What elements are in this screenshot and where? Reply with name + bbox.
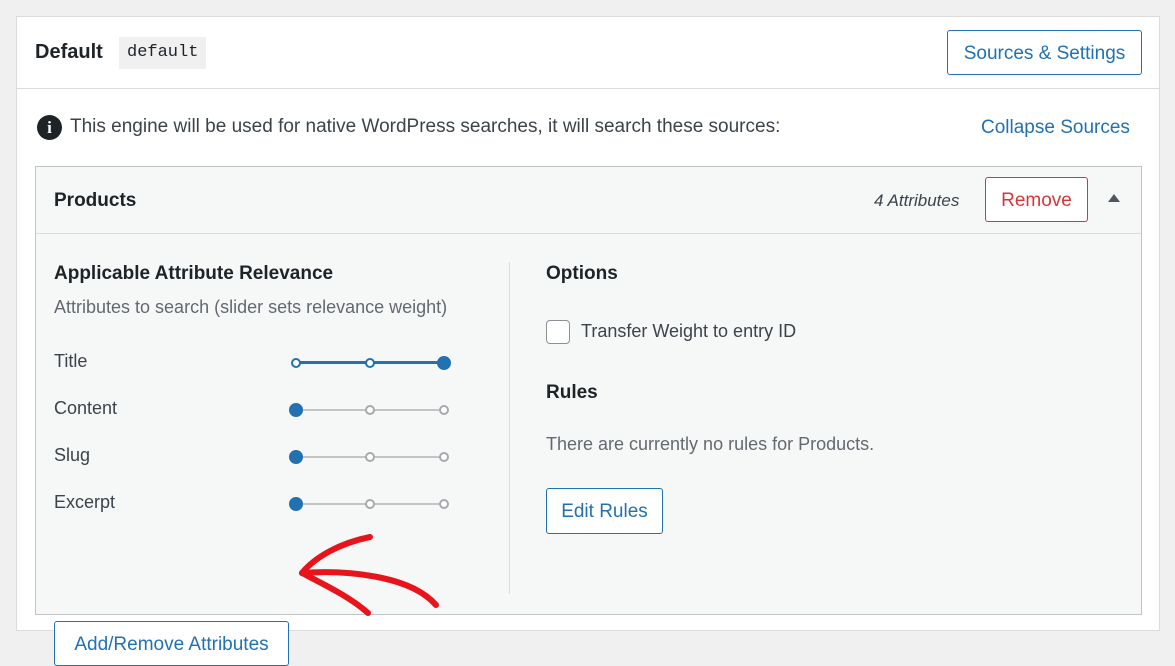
search-engine-panel: Default default Sources & Settings i Thi… (16, 16, 1160, 666)
source-products: Products 4 Attributes Remove Applicable … (35, 166, 1142, 666)
info-icon: i (37, 115, 62, 140)
slider-handle[interactable] (289, 450, 303, 464)
attribute-row-excerpt: Excerpt (54, 492, 474, 516)
edit-rules-button[interactable]: Edit Rules (546, 488, 663, 534)
attribute-label: Title (54, 351, 88, 371)
source-header: Products 4 Attributes Remove (36, 167, 1141, 234)
slider-stop[interactable] (291, 358, 301, 368)
engine-title: Default (35, 41, 103, 63)
slider-handle[interactable] (289, 403, 303, 417)
slider-stop[interactable] (365, 358, 375, 368)
relevance-heading: Applicable Attribute Relevance (54, 263, 334, 284)
relevance-slider[interactable] (289, 496, 450, 512)
relevance-slider[interactable] (290, 355, 451, 371)
sources-settings-button[interactable]: Sources & Settings (947, 30, 1142, 75)
attribute-row-content: Content (54, 398, 474, 422)
transfer-weight-label[interactable]: Transfer Weight to entry ID (581, 321, 796, 342)
slider-stop[interactable] (365, 405, 375, 415)
attribute-label: Content (54, 398, 118, 418)
relevance-slider[interactable] (289, 449, 450, 465)
engine-info-text: This engine will be used for native Word… (70, 116, 781, 137)
slider-stop[interactable] (365, 499, 375, 509)
engine-slug: default (119, 37, 207, 69)
options-heading: Options (546, 263, 618, 284)
source-title: Products (54, 190, 137, 211)
relevance-subheading: Attributes to search (slider sets releva… (54, 297, 448, 317)
relevance-slider[interactable] (289, 402, 450, 418)
options-section: Options Transfer Weight to entry ID Rule… (546, 263, 1106, 593)
slider-stop[interactable] (439, 405, 449, 415)
slider-stop[interactable] (439, 452, 449, 462)
caret-up-icon[interactable] (1108, 194, 1120, 202)
collapse-sources-link[interactable]: Collapse Sources (981, 117, 1130, 139)
attribute-row-title: Title (54, 351, 474, 375)
transfer-weight-checkbox[interactable] (546, 320, 570, 344)
attribute-label: Slug (54, 445, 91, 465)
rules-empty-text: There are currently no rules for Product… (546, 434, 875, 454)
engine-header: Default default Sources & Settings (17, 17, 1159, 89)
slider-stop[interactable] (439, 499, 449, 509)
slider-handle[interactable] (437, 356, 451, 370)
slider-stop[interactable] (365, 452, 375, 462)
attribute-label: Excerpt (54, 492, 116, 512)
add-remove-attributes-button[interactable]: Add/Remove Attributes (54, 621, 289, 666)
attribute-row-slug: Slug (54, 445, 474, 469)
slider-handle[interactable] (289, 497, 303, 511)
remove-source-button[interactable]: Remove (985, 177, 1088, 222)
rules-heading: Rules (546, 382, 598, 403)
annotation-arrow (299, 534, 439, 616)
attribute-count: 4 Attributes (874, 191, 960, 210)
column-divider (509, 262, 510, 594)
